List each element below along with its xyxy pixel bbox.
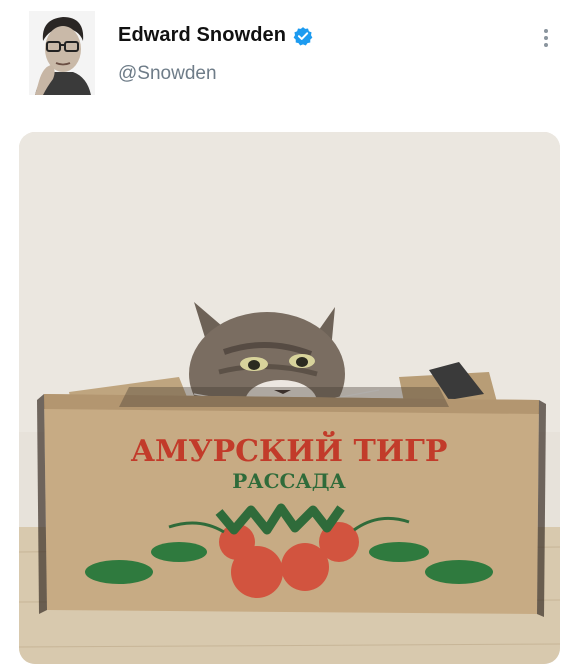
more-vertical-icon[interactable] [536, 26, 556, 50]
tweet-media-image[interactable]: АМУРСКИЙ ТИГР РАССАДА [19, 132, 560, 664]
author-row: Edward Snowden [118, 24, 313, 47]
author-handle[interactable]: @Snowden [118, 63, 217, 85]
author-name[interactable]: Edward Snowden [118, 24, 286, 47]
box-title-text: АМУРСКИЙ ТИГР [131, 431, 448, 469]
box-subtitle-text: РАССАДА [232, 469, 346, 493]
verified-badge-icon [293, 26, 313, 45]
tweet-header: Edward Snowden @Snowden [0, 0, 578, 110]
avatar[interactable] [29, 11, 95, 95]
